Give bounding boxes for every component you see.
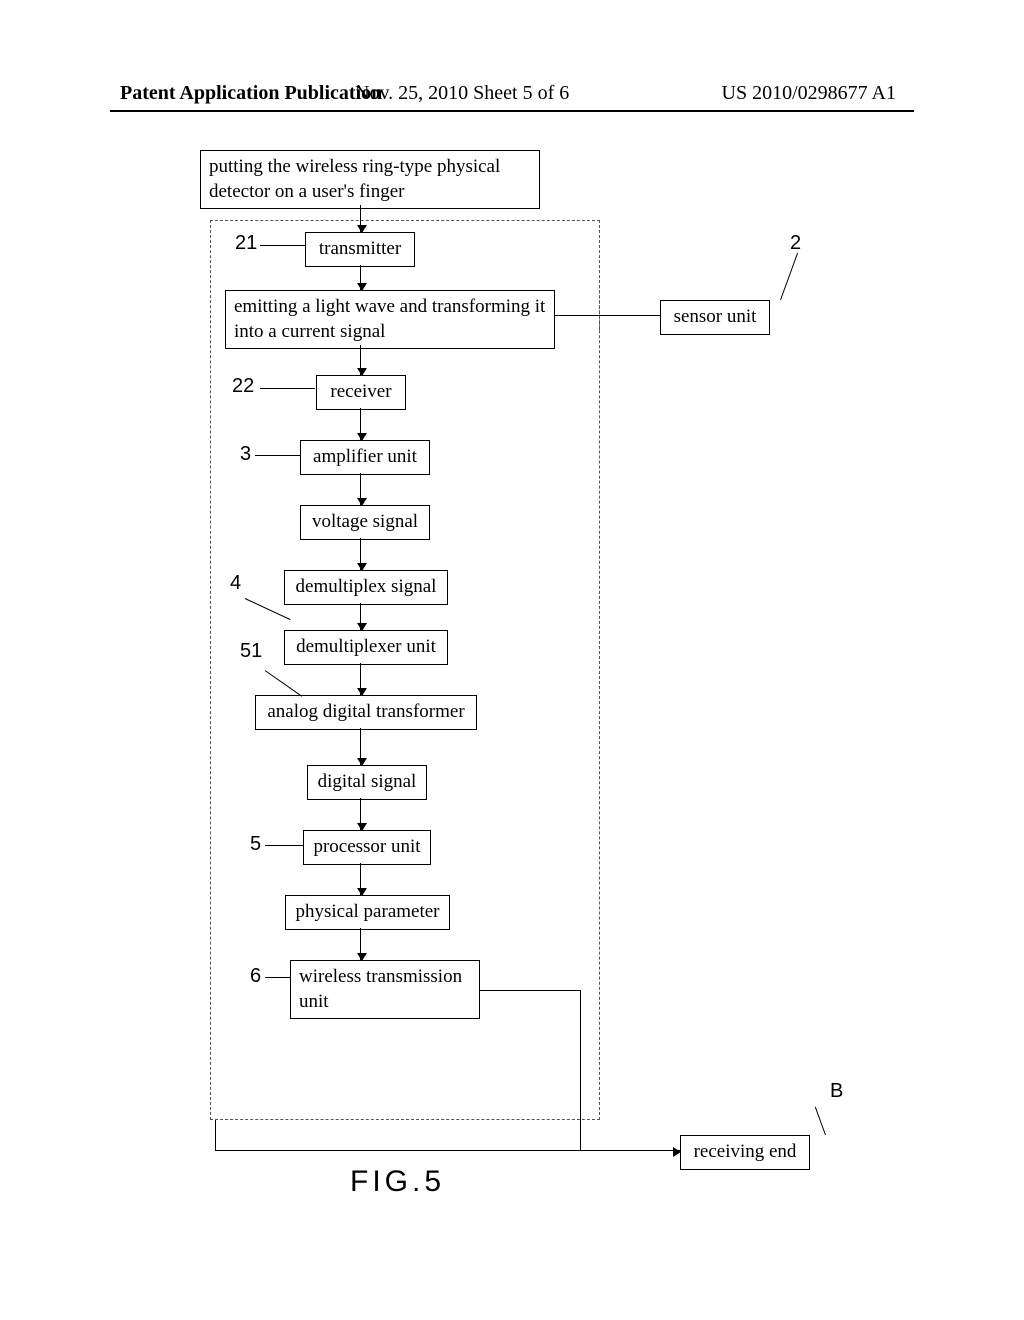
arrow	[360, 265, 361, 290]
header-mid: Nov. 25, 2010 Sheet 5 of 6	[355, 82, 569, 105]
box-processor: processor unit	[303, 830, 431, 865]
diagram-canvas: putting the wireless ring-type physical …	[110, 150, 914, 1250]
arrow	[360, 798, 361, 830]
ref-51: 51	[240, 640, 262, 663]
box-amplifier: amplifier unit	[300, 440, 430, 475]
ref-4: 4	[230, 572, 241, 595]
arrow	[360, 538, 361, 570]
arrow	[215, 1150, 680, 1151]
box-demux-signal: demultiplex signal	[284, 570, 448, 605]
connector	[215, 1120, 216, 1150]
arrow	[360, 408, 361, 440]
arrow	[360, 663, 361, 695]
box-wireless: wireless transmission unit	[290, 960, 480, 1019]
ref-5: 5	[250, 833, 261, 856]
box-digital: digital signal	[307, 765, 427, 800]
box-start: putting the wireless ring-type physical …	[200, 150, 540, 209]
arrow	[360, 863, 361, 895]
box-physical: physical parameter	[285, 895, 450, 930]
box-adt: analog digital transformer	[255, 695, 477, 730]
box-sensor: sensor unit	[660, 300, 770, 335]
box-receiver: receiver	[316, 375, 406, 410]
leader	[260, 388, 315, 389]
leader	[780, 253, 798, 300]
box-voltage: voltage signal	[300, 505, 430, 540]
arrow	[360, 603, 361, 630]
connector	[580, 990, 581, 1150]
leader	[265, 977, 290, 978]
ref-21: 21	[235, 232, 257, 255]
ref-22: 22	[232, 375, 254, 398]
arrow	[360, 928, 361, 960]
leader	[255, 455, 300, 456]
box-receiving: receiving end	[680, 1135, 810, 1170]
ref-B: B	[830, 1080, 843, 1103]
leader	[815, 1107, 826, 1136]
connector	[480, 990, 580, 991]
box-emit: emitting a light wave and transforming i…	[225, 290, 555, 349]
arrow	[360, 728, 361, 765]
bracket-sensor	[570, 280, 600, 330]
ref-2: 2	[790, 232, 801, 255]
header-left: Patent Application Publication	[120, 82, 382, 105]
leader	[260, 245, 305, 246]
arrow	[360, 345, 361, 375]
box-transmitter: transmitter	[305, 232, 415, 267]
header-right: US 2010/0298677 A1	[722, 82, 896, 105]
ref-6: 6	[250, 965, 261, 988]
ref-3: 3	[240, 443, 251, 466]
figure-label: FIG.5	[350, 1165, 445, 1199]
box-demux-unit: demultiplexer unit	[284, 630, 448, 665]
arrow	[360, 473, 361, 505]
arrow	[360, 205, 361, 232]
leader	[265, 845, 303, 846]
header-rule	[110, 110, 914, 112]
